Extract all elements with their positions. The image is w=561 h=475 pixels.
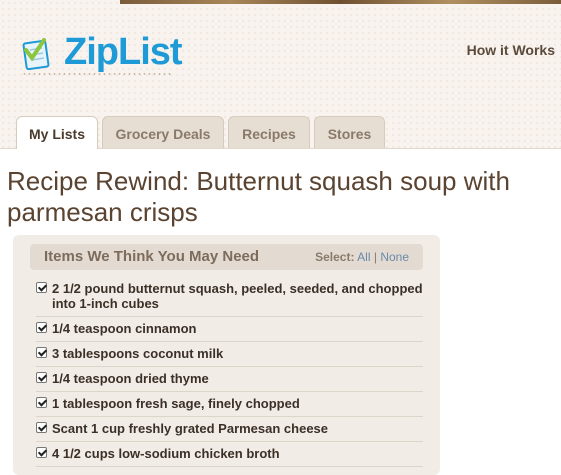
tab-grocery-deals[interactable]: Grocery Deals xyxy=(102,116,224,148)
select-none-link[interactable]: None xyxy=(380,250,409,264)
logo-underline xyxy=(22,72,172,76)
notepad-check-icon xyxy=(22,38,50,71)
list-item: 1/4 teaspoon cinnamon xyxy=(36,317,423,342)
item-checkbox[interactable] xyxy=(36,322,47,333)
select-controls: Select: All | None xyxy=(315,250,409,264)
item-label: 4 1/2 cups low-sodium chicken broth xyxy=(52,446,280,461)
item-checkbox[interactable] xyxy=(36,347,47,358)
page-title: Recipe Rewind: Butternut squash soup wit… xyxy=(7,166,510,227)
site-header: ZipList How it Works My Lists Grocery De… xyxy=(0,0,561,149)
suggested-items-panel: Items We Think You May Need Select: All … xyxy=(13,235,440,475)
list-item: 1/4 teaspoon dried thyme xyxy=(36,367,423,392)
item-checkbox[interactable] xyxy=(36,372,47,383)
tab-recipes[interactable]: Recipes xyxy=(228,116,310,148)
select-separator: | xyxy=(373,250,377,264)
panel-title: Items We Think You May Need xyxy=(44,248,260,265)
tab-stores[interactable]: Stores xyxy=(314,116,385,148)
item-label: 1/4 teaspoon dried thyme xyxy=(52,371,209,386)
list-item: Scant 1 cup freshly grated Parmesan chee… xyxy=(36,417,423,442)
item-checkbox[interactable] xyxy=(36,422,47,433)
item-label: 1/4 teaspoon cinnamon xyxy=(52,321,197,336)
panel-header: Items We Think You May Need Select: All … xyxy=(30,244,423,270)
tab-my-lists[interactable]: My Lists xyxy=(16,116,98,149)
decorative-strip xyxy=(120,0,561,4)
list-item: 2 1/2 pound butternut squash, peeled, se… xyxy=(36,277,423,317)
select-all-link[interactable]: All xyxy=(357,250,370,264)
item-checkbox[interactable] xyxy=(36,397,47,408)
list-item: 3 tablespoons coconut milk xyxy=(36,342,423,367)
how-it-works-link[interactable]: How it Works xyxy=(467,42,555,58)
item-checkbox[interactable] xyxy=(36,282,47,293)
list-item: 4 1/2 cups low-sodium chicken broth xyxy=(36,442,423,467)
item-label: 2 1/2 pound butternut squash, peeled, se… xyxy=(52,281,423,311)
list-item: 1 tablespoon fresh sage, finely chopped xyxy=(36,392,423,417)
item-list: 2 1/2 pound butternut squash, peeled, se… xyxy=(36,277,423,467)
item-label: 3 tablespoons coconut milk xyxy=(52,346,224,361)
select-label: Select: xyxy=(315,250,355,264)
item-checkbox[interactable] xyxy=(36,447,47,458)
ziplist-logo[interactable]: ZipList xyxy=(22,28,183,78)
logo-wordmark: ZipList xyxy=(64,31,183,73)
item-label: 1 tablespoon fresh sage, finely chopped xyxy=(52,396,300,411)
item-label: Scant 1 cup freshly grated Parmesan chee… xyxy=(52,421,329,436)
